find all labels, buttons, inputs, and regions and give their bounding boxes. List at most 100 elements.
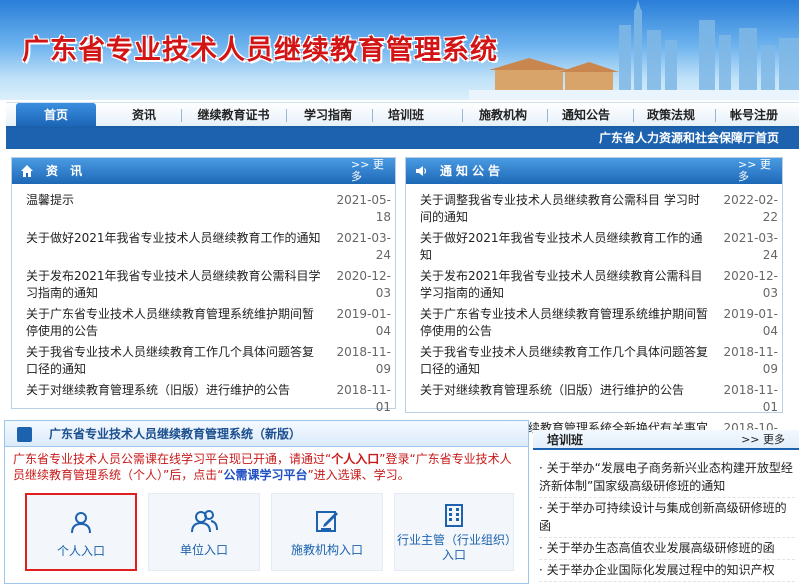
training-item[interactable]: · 关于举办生态高值农业发展高级研修班的函 [539,538,795,560]
system-entry-box: 广东省专业技术人员继续教育管理系统（新版） 广东省专业技术人员公需课在线学习平台… [4,420,529,584]
training-item[interactable]: · 关于举办企业国际化发展过程中的知识产权 [539,560,795,582]
list-item[interactable]: 关于广东省专业技术人员继续教育管理系统维护期间暂停使用的公告 2019-01-04 [406,304,782,342]
list-item[interactable]: 关于我省专业技术人员继续教育工作几个具体问题答复口径的通知 2018-11-09 [12,342,395,380]
speaker-icon [416,166,427,176]
notices-panel: 通知公告 >> 更多 关于调整我省专业技术人员继续教育公需科目 学习时间的通知 2… [405,157,783,452]
nav-training[interactable]: 培训班 [376,103,436,127]
list-item-date: 2021-03-24 [723,231,778,262]
list-item[interactable]: 关于做好2021年我省专业技术人员继续教育工作的通知 2021-03-24 [12,228,395,266]
nav-divider [181,109,182,122]
personal-entry-label: 个人入口 [56,544,105,558]
training-more-link[interactable]: >> 更多 [741,430,785,450]
list-item[interactable]: 温馨提示 2021-05-18 [12,190,395,228]
notices-panel-header: 通知公告 >> 更多 [406,158,782,184]
list-item-date: 2019-01-04 [336,307,391,338]
list-item-date: 2018-11-01 [723,383,778,414]
nav-register[interactable]: 帐号注册 [719,103,789,127]
news-panel-header: 资 讯 >> 更多 [12,158,395,184]
list-item-title[interactable]: 关于我省专业技术人员继续教育工作几个具体问题答复口径的通知 [420,344,712,378]
list-item-title[interactable]: 关于调整我省专业技术人员继续教育公需科目 学习时间的通知 [420,192,712,226]
city-skyline-illustration [469,0,799,100]
list-item-title[interactable]: 关于广东省专业技术人员继续教育管理系统维护期间暂停使用的公告 [420,306,712,340]
person-icon [71,512,91,534]
list-item[interactable]: 关于我省专业技术人员继续教育工作几个具体问题答复口径的通知 2018-11-09 [406,342,782,380]
nav-institutions[interactable]: 施教机构 [465,103,541,127]
personal-entry-button[interactable]: 个人入口 [25,493,137,571]
list-item[interactable]: 关于发布2021年我省专业技术人员继续教育公需科目学习指南的通知 2020-12-… [406,266,782,304]
training-item[interactable]: · 关于举办“发展电子商务新兴业态构建开放型经济新体制”国家级高级研修班的通知 [539,458,795,498]
system-box-header: 广东省专业技术人员继续教育管理系统（新版） [5,421,528,447]
list-item[interactable]: 关于发布2021年我省专业技术人员继续教育公需科目学习指南的通知 2020-12-… [12,266,395,304]
list-item[interactable]: 关于调整我省专业技术人员继续教育公需科目 学习时间的通知 2022-02-22 [406,190,782,228]
news-more-link[interactable]: >> 更多 [351,159,389,183]
home-icon [21,165,33,177]
list-item-date: 2022-02-22 [723,193,778,224]
list-item[interactable]: 关于广东省专业技术人员继续教育管理系统维护期间暂停使用的公告 2019-01-04 [12,304,395,342]
training-list: · 关于举办“发展电子商务新兴业态构建开放型经济新体制”国家级高级研修班的通知 … [533,450,799,582]
site-title: 广东省专业技术人员继续教育管理系统 [22,35,498,66]
list-item-date: 2021-05-18 [336,193,391,224]
list-item-date: 2020-12-03 [336,269,391,300]
list-item-date: 2018-11-09 [723,345,778,376]
nav-divider [715,109,716,122]
system-notice: 广东省专业技术人员公需课在线学习平台现已开通，请通过“个人入口”登录“广东省专业… [5,447,528,483]
unit-entry-button[interactable]: 单位入口 [148,493,260,571]
list-item-title[interactable]: 关于发布2021年我省专业技术人员继续教育公需科目学习指南的通知 [26,268,325,302]
building-icon [445,504,463,527]
notices-more-link[interactable]: >> 更多 [738,159,776,183]
list-item-title[interactable]: 关于做好2021年我省专业技术人员继续教育工作的通知 [420,230,712,264]
industry-entry-label: 行业主管（行业组织）入口 [396,533,511,562]
training-panel-header: 培训班 >> 更多 [533,430,799,450]
nav-divider [633,109,634,122]
list-item-title[interactable]: 关于我省专业技术人员继续教育工作几个具体问题答复口径的通知 [26,344,325,378]
list-item-date: 2020-12-03 [723,269,778,300]
notices-list: 关于调整我省专业技术人员继续教育公需科目 学习时间的通知 2022-02-22 关于… [406,184,782,456]
list-item[interactable]: 关于做好2021年我省专业技术人员继续教育工作的通知 2021-03-24 [406,228,782,266]
list-item[interactable]: 关于对继续教育管理系统（旧版）进行维护的公告 2018-11-01 [12,380,395,418]
list-item-title[interactable]: 温馨提示 [26,192,325,209]
system-icon [17,427,32,442]
list-item-date: 2019-01-04 [723,307,778,338]
list-item[interactable]: 关于对继续教育管理系统（旧版）进行维护的公告 2018-11-01 [406,380,782,418]
nav-guide[interactable]: 学习指南 [290,103,366,127]
list-item-title[interactable]: 关于做好2021年我省专业技术人员继续教育工作的通知 [26,230,325,247]
nav-divider [286,109,287,122]
training-item[interactable]: · 关于举办可持续设计与集成创新高级研修班的函 [539,498,795,538]
system-box-title: 广东省专业技术人员继续教育管理系统（新版） [49,427,302,441]
notice-text-3: ”进入选课、学习。 [307,468,410,482]
edit-icon [316,511,338,532]
institution-entry-button[interactable]: 施教机构入口 [271,493,383,571]
training-panel-title: 培训班 [547,433,584,447]
people-icon [191,510,218,533]
list-item-title[interactable]: 关于广东省专业技术人员继续教育管理系统维护期间暂停使用的公告 [26,306,325,340]
hrss-home-link[interactable]: 广东省人力资源和社会保障厅首页 [599,128,779,149]
list-item-date: 2021-03-24 [336,231,391,262]
list-item-title[interactable]: 关于发布2021年我省专业技术人员继续教育公需科目学习指南的通知 [420,268,712,302]
institution-entry-label: 施教机构入口 [290,543,363,557]
notice-text-1: 广东省专业技术人员公需课在线学习平台现已开通，请通过“ [13,452,332,466]
nav-notices[interactable]: 通知公告 [551,103,621,127]
list-item-date: 2018-11-01 [336,383,391,414]
nav-divider [462,109,463,122]
sub-bar: 广东省人力资源和社会保障厅首页 [6,128,799,149]
unit-entry-label: 单位入口 [179,543,228,557]
notice-personal-entry: 个人入口 [331,452,380,466]
industry-entry-button[interactable]: 行业主管（行业组织）入口 [394,493,514,571]
list-item-date: 2018-11-09 [336,345,391,376]
list-item-title[interactable]: 关于对继续教育管理系统（旧版）进行维护的公告 [26,382,325,399]
notice-platform-link[interactable]: 公需课学习平台 [223,468,307,482]
news-panel: 资 讯 >> 更多 温馨提示 2021-05-18 关于做好2021年我省专业技术人… [11,157,396,452]
nav-divider [547,109,548,122]
news-panel-title: 资 讯 [46,164,87,178]
training-panel: 培训班 >> 更多 · 关于举办“发展电子商务新兴业态构建开放型经济新体制”国家… [533,430,799,584]
nav-policies[interactable]: 政策法规 [637,103,705,127]
nav-home[interactable]: 首页 [16,103,96,127]
news-list: 温馨提示 2021-05-18 关于做好2021年我省专业技术人员继续教育工作的通知… [12,184,395,456]
main-nav: 首页 资讯 继续教育证书 学习指南 培训班 施教机构 通知公告 政策法规 帐号注… [6,102,799,128]
nav-certificate[interactable]: 继续教育证书 [186,103,281,127]
list-item-title[interactable]: 关于对继续教育管理系统（旧版）进行维护的公告 [420,382,712,399]
header-banner: 广东省专业技术人员继续教育管理系统 [0,0,799,100]
nav-divider [372,109,373,122]
nav-news[interactable]: 资讯 [114,103,174,127]
notices-panel-title: 通知公告 [440,164,505,178]
